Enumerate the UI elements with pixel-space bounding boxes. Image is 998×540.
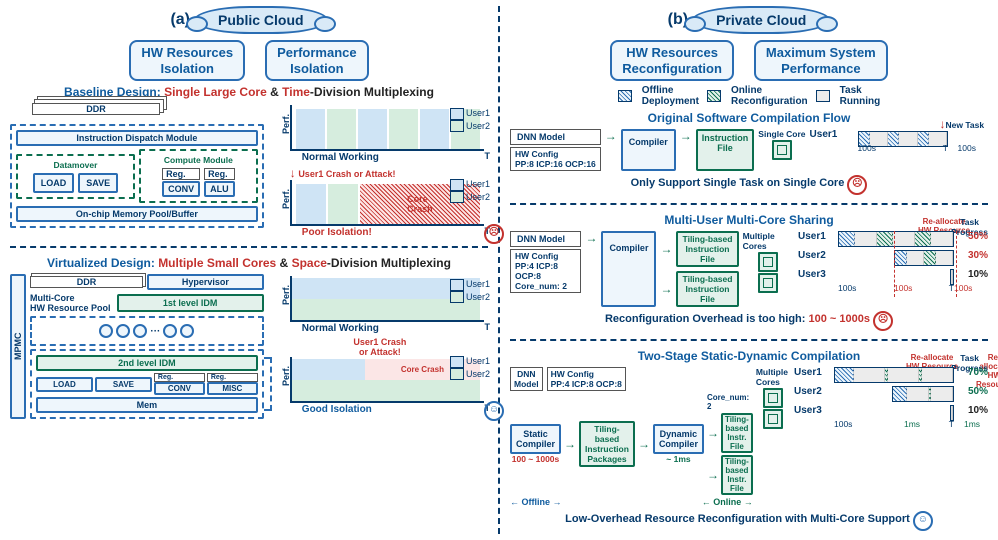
reg-box-2: Reg. — [204, 168, 235, 180]
alu-box: ALU — [204, 181, 235, 197]
sec1-banner: Original Software Compilation Flow — [510, 111, 988, 125]
conv-box: CONV — [162, 181, 200, 197]
instr-box: Instruction File — [696, 129, 755, 171]
baseline-core-panel: Instruction Dispatch Module Datamover LO… — [10, 124, 264, 228]
dynamic-compiler: Dynamic Compiler — [653, 424, 704, 454]
pool-label: Multi-Core HW Resource Pool — [30, 293, 111, 313]
happy-icon: ☺ — [484, 401, 504, 421]
reg-box: Reg. — [162, 168, 200, 180]
onchip-mem-box: On-chip Memory Pool/Buffer — [16, 206, 258, 222]
dnn-box: DNN Model — [510, 129, 601, 145]
cloud-public: Public Cloud — [194, 6, 328, 34]
idm2-box: 2nd level IDM — [36, 355, 258, 371]
pill-max-perf: Maximum System Performance — [754, 40, 888, 81]
sec2-banner: Multi-User Multi-Core Sharing — [510, 213, 988, 227]
pill-hw-isolation: HW Resources Isolation — [129, 40, 245, 81]
figure: (a) Public Cloud HW Resources Isolation … — [0, 0, 998, 540]
cloud-private: Private Cloud — [692, 6, 830, 34]
ddr-stack: DDR — [32, 103, 160, 115]
mpmc-box: MPMC — [10, 274, 26, 419]
core-icon — [772, 140, 792, 160]
legend-user1: User1 — [450, 107, 490, 120]
panel-private-cloud: (b) Private Cloud HW Resources Reconfigu… — [510, 6, 988, 534]
pill-hw-reconfig: HW Resources Reconfiguration — [610, 40, 734, 81]
sad-icon-3: ☹ — [873, 311, 893, 331]
ddr-v: DDR — [30, 276, 143, 288]
compute-label: Compute Module — [145, 155, 252, 165]
baseline-title: Baseline Design: Single Large Core & Tim… — [10, 85, 488, 99]
hw-pool-panel: ··· — [30, 316, 264, 346]
vertical-divider — [498, 6, 500, 534]
compiler-box: Compiler — [621, 129, 676, 171]
pill-perf-isolation: Performance Isolation — [265, 40, 368, 81]
static-compiler: Static Compiler — [510, 424, 561, 454]
panel-public-cloud: (a) Public Cloud HW Resources Isolation … — [10, 6, 488, 534]
idm-box: Instruction Dispatch Module — [16, 130, 258, 146]
virtualized-title: Virtualized Design: Multiple Small Cores… — [10, 256, 488, 270]
load-box: LOAD — [33, 173, 75, 193]
timeline-legend: Offline Deployment Online Reconfiguratio… — [510, 85, 988, 107]
happy-icon-2: ☺ — [913, 511, 933, 531]
hypervisor-box: Hypervisor — [147, 274, 264, 290]
crash-note-v: User1 Crash or Attack! — [272, 337, 488, 357]
hwc-box: HW Config PP:8 ICP:16 OCP:16 — [510, 147, 601, 171]
datamover-label: Datamover — [22, 160, 129, 170]
save-box: SAVE — [78, 173, 118, 193]
idm1-box: 1st level IDM — [117, 294, 264, 312]
sad-icon-2: ☹ — [847, 175, 867, 195]
legend-user2: User2 — [450, 120, 490, 133]
sad-icon: ☹ — [484, 224, 504, 244]
pkg-box: Tiling-based Instruction Packages — [579, 421, 635, 467]
small-core-panel: 2nd level IDM LOAD SAVE Reg.CONV Reg.MIS… — [30, 349, 264, 419]
